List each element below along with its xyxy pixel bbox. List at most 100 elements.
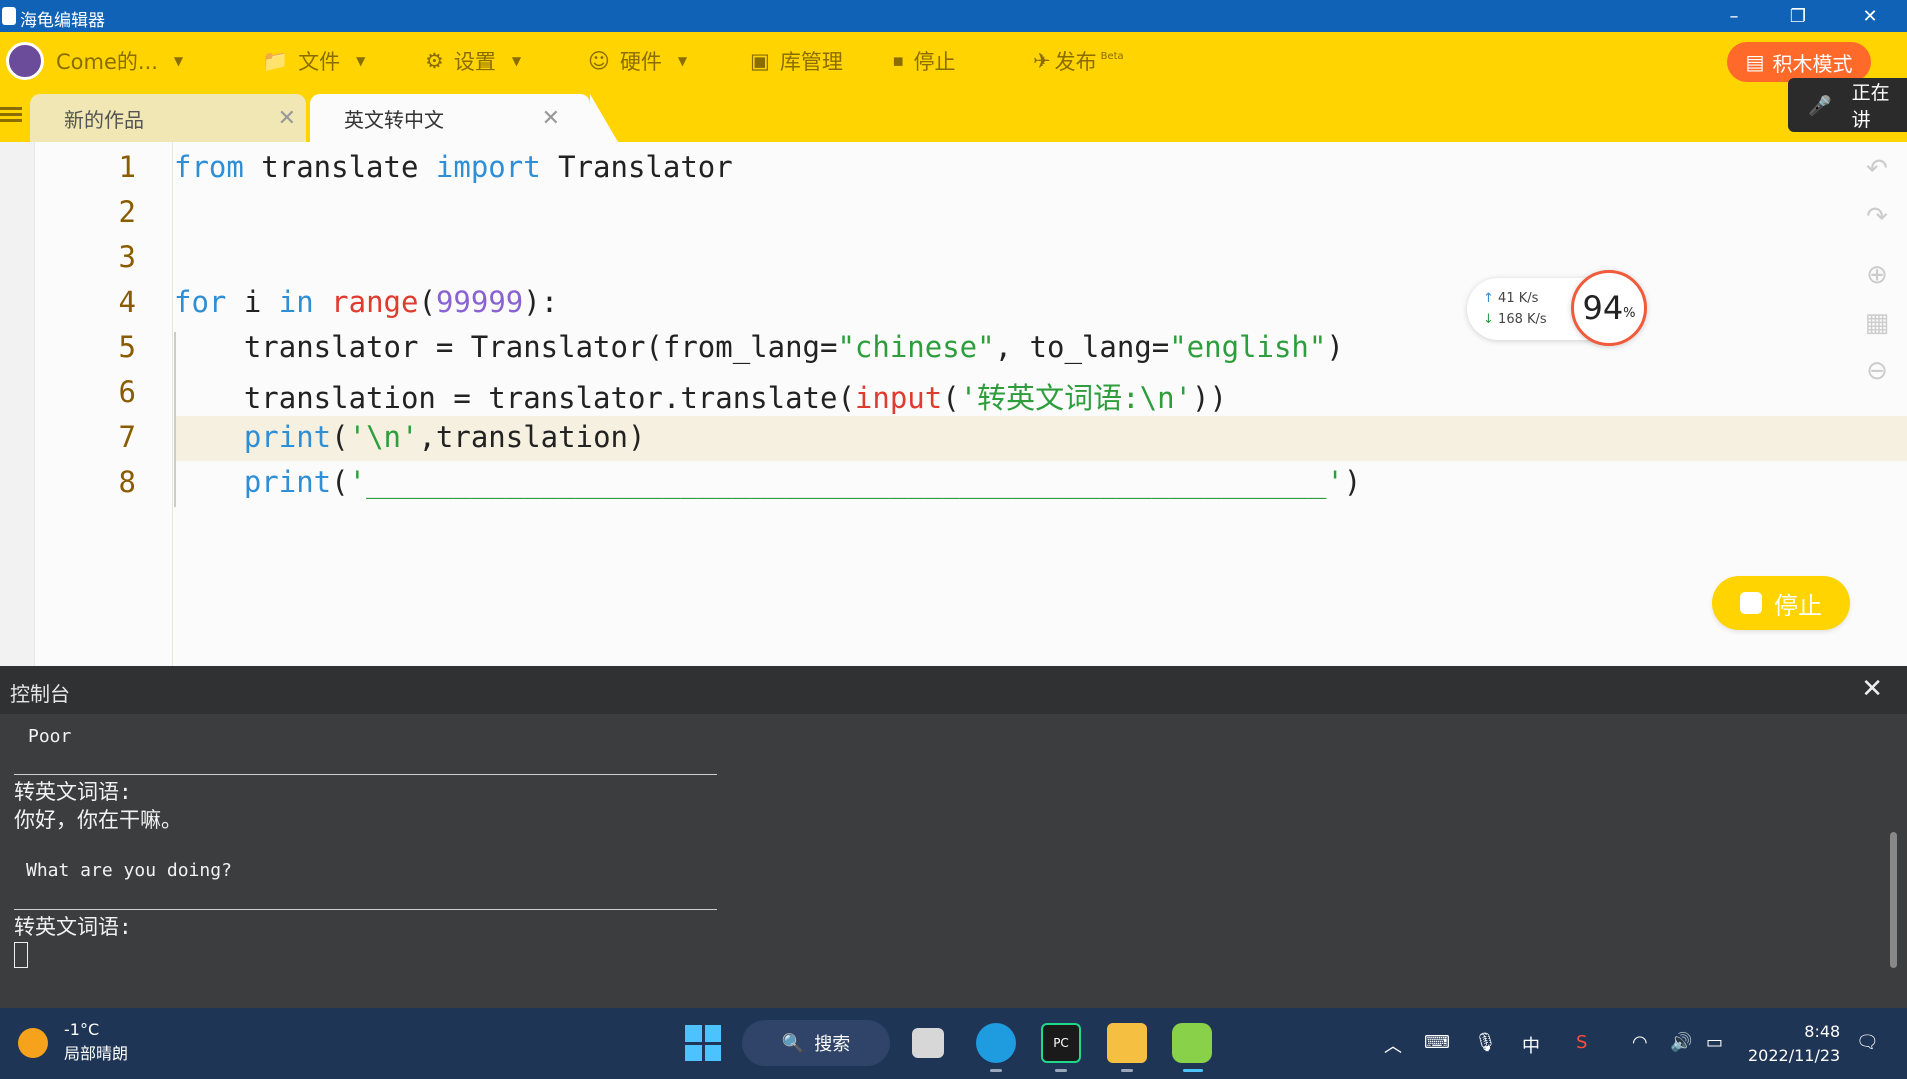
weather-icon[interactable] <box>18 1028 48 1058</box>
line-number: 1 <box>118 150 136 184</box>
code-line-1[interactable]: from translate import Translator <box>174 150 733 184</box>
turtle-editor-icon[interactable] <box>1172 1023 1212 1063</box>
code-line-8[interactable]: print('_________________________________… <box>174 465 1361 499</box>
redo-icon[interactable]: ↷ <box>1862 202 1892 232</box>
weather-widget[interactable]: -1°C 局部晴朗 <box>64 1018 128 1066</box>
console-line: 转英文词语: <box>14 915 132 939</box>
app-icon <box>2 7 16 25</box>
floating-stop-label: 停止 <box>1774 591 1822 620</box>
weather-condition: 局部晴朗 <box>64 1044 129 1063</box>
blocks-icon: ▤ <box>1745 50 1765 74</box>
download-rate: 168 K/s <box>1498 312 1547 327</box>
console-output[interactable]: Poor 转英文词语: 你好，你在干嘛。 What are you doing?… <box>0 714 1907 1008</box>
code-line-5[interactable]: translator = Translator(from_lang="chine… <box>174 330 1344 364</box>
console-separator <box>14 774 717 775</box>
active-indicator <box>1183 1069 1203 1072</box>
keyboard-icon[interactable]: ⌨ <box>1424 1032 1450 1053</box>
menu-bar: Come的... ▼ 📁 文件 ▼ ⚙ 设置 ▼ ☺ 硬件 ▼ ▣ 库管理 ⏹ … <box>0 32 1907 90</box>
stop-label: 停止 <box>913 50 956 74</box>
chevron-down-icon: ▼ <box>677 54 688 68</box>
folder-icon: 📁 <box>262 48 289 73</box>
start-icon[interactable] <box>683 1023 723 1063</box>
cpu-usage-value: 94 <box>1582 289 1624 327</box>
zoom-out-icon[interactable]: ⊖ <box>1862 356 1892 386</box>
settings-menu-label: 设置 <box>453 50 496 74</box>
voice-status[interactable]: 🎤 正在讲 <box>1788 78 1907 132</box>
running-indicator <box>1121 1069 1133 1072</box>
settings-menu[interactable]: ⚙ 设置 ▼ <box>425 46 521 76</box>
console-line: What are you doing? <box>26 860 232 881</box>
user-label: Come的... <box>56 50 158 74</box>
chevron-down-icon: ▼ <box>511 54 522 68</box>
stop-button[interactable]: ⏹ 停止 <box>893 46 956 76</box>
gear-icon: ⚙ <box>425 49 444 73</box>
pycharm-icon[interactable]: PC <box>1041 1023 1081 1063</box>
line-number: 7 <box>118 420 136 454</box>
line-number: 4 <box>118 285 136 319</box>
network-monitor-widget[interactable]: ↑ 41 K/s ↓ 168 K/s 94% <box>1467 270 1647 346</box>
console-header: 控制台 ✕ <box>0 666 1907 714</box>
chevron-down-icon: ▼ <box>356 54 366 68</box>
avatar[interactable] <box>6 42 44 80</box>
upload-rate: 41 K/s <box>1498 291 1539 306</box>
network-rates: ↑ 41 K/s ↓ 168 K/s <box>1483 288 1547 330</box>
notification-icon[interactable]: 🗨 <box>1856 1032 1879 1053</box>
block-mode-label: 积木模式 <box>1772 51 1853 76</box>
search-button[interactable]: 🔍 搜索 <box>742 1020 890 1066</box>
cpu-usage-unit: % <box>1623 305 1636 321</box>
code-line-7[interactable]: print('\n',translation) <box>174 420 646 454</box>
zoom-in-icon[interactable]: ⊕ <box>1862 260 1892 290</box>
temperature: -1°C <box>64 1020 100 1039</box>
undo-icon[interactable]: ↶ <box>1862 154 1892 184</box>
close-window-button[interactable]: ✕ <box>1842 0 1898 32</box>
minimize-button[interactable]: – <box>1706 0 1762 32</box>
user-menu[interactable]: Come的... ▼ <box>56 46 183 76</box>
console-separator <box>14 909 717 910</box>
file-explorer-icon[interactable] <box>1107 1023 1147 1063</box>
tab-new-work[interactable]: 新的作品 ✕ <box>30 94 306 142</box>
line-number: 2 <box>118 195 136 229</box>
code-line-4[interactable]: for i in range(99999): <box>174 285 558 319</box>
close-icon[interactable]: ✕ <box>278 106 296 131</box>
task-view-icon[interactable] <box>912 1028 944 1058</box>
cpu-usage-ring: 94% <box>1571 270 1647 346</box>
library-label: 库管理 <box>779 50 843 74</box>
sogou-ime-icon[interactable]: S <box>1576 1032 1587 1053</box>
tab-label: 新的作品 <box>64 107 144 132</box>
menu-icon[interactable] <box>0 104 22 126</box>
input-cursor[interactable] <box>14 942 28 968</box>
ime-indicator[interactable]: 中 <box>1522 1032 1540 1058</box>
format-icon[interactable]: ▦ <box>1862 308 1892 338</box>
wifi-icon[interactable]: ◠ <box>1632 1032 1648 1053</box>
block-mode-button[interactable]: ▤ 积木模式 <box>1727 42 1871 82</box>
publish-button[interactable]: ✈ 发布 Beta <box>1033 46 1124 76</box>
battery-icon[interactable]: ▭ <box>1706 1032 1723 1053</box>
file-menu[interactable]: 📁 文件 ▼ <box>262 46 365 76</box>
title-bar: 海龟编辑器 – ❐ ✕ <box>0 0 1907 32</box>
search-icon: 🔍 <box>781 1032 805 1054</box>
chevron-down-icon: ▼ <box>173 54 184 68</box>
date: 2022/11/23 <box>1748 1046 1841 1065</box>
edge-browser-icon[interactable] <box>976 1023 1016 1063</box>
library-manager-button[interactable]: ▣ 库管理 <box>750 46 843 76</box>
stop-icon: ⏹ <box>893 48 904 73</box>
close-icon[interactable]: ✕ <box>542 106 560 131</box>
close-icon[interactable]: ✕ <box>1861 674 1883 704</box>
window-title: 海龟编辑器 <box>20 11 105 31</box>
chevron-up-icon[interactable]: ︿ <box>1384 1032 1402 1058</box>
search-label: 搜索 <box>814 1034 851 1055</box>
microphone-icon[interactable]: 🎙 <box>1474 1032 1497 1053</box>
restore-button[interactable]: ❐ <box>1770 0 1826 32</box>
editor-gutter <box>0 142 35 666</box>
console-scrollbar[interactable] <box>1890 832 1897 968</box>
tab-english-to-chinese[interactable]: 英文转中文 ✕ <box>310 94 618 142</box>
volume-icon[interactable]: 🔊 <box>1670 1032 1692 1053</box>
hardware-menu[interactable]: ☺ 硬件 ▼ <box>588 46 687 76</box>
clock[interactable]: 8:48 2022/11/23 <box>1748 1020 1840 1068</box>
box-icon: ▣ <box>750 49 770 73</box>
code-line-6[interactable]: translation = translator.translate(input… <box>174 375 1227 417</box>
floating-stop-button[interactable]: 停止 <box>1712 576 1850 630</box>
gutter-divider <box>172 142 173 666</box>
line-number: 5 <box>118 330 136 364</box>
robot-icon: ☺ <box>588 49 610 73</box>
